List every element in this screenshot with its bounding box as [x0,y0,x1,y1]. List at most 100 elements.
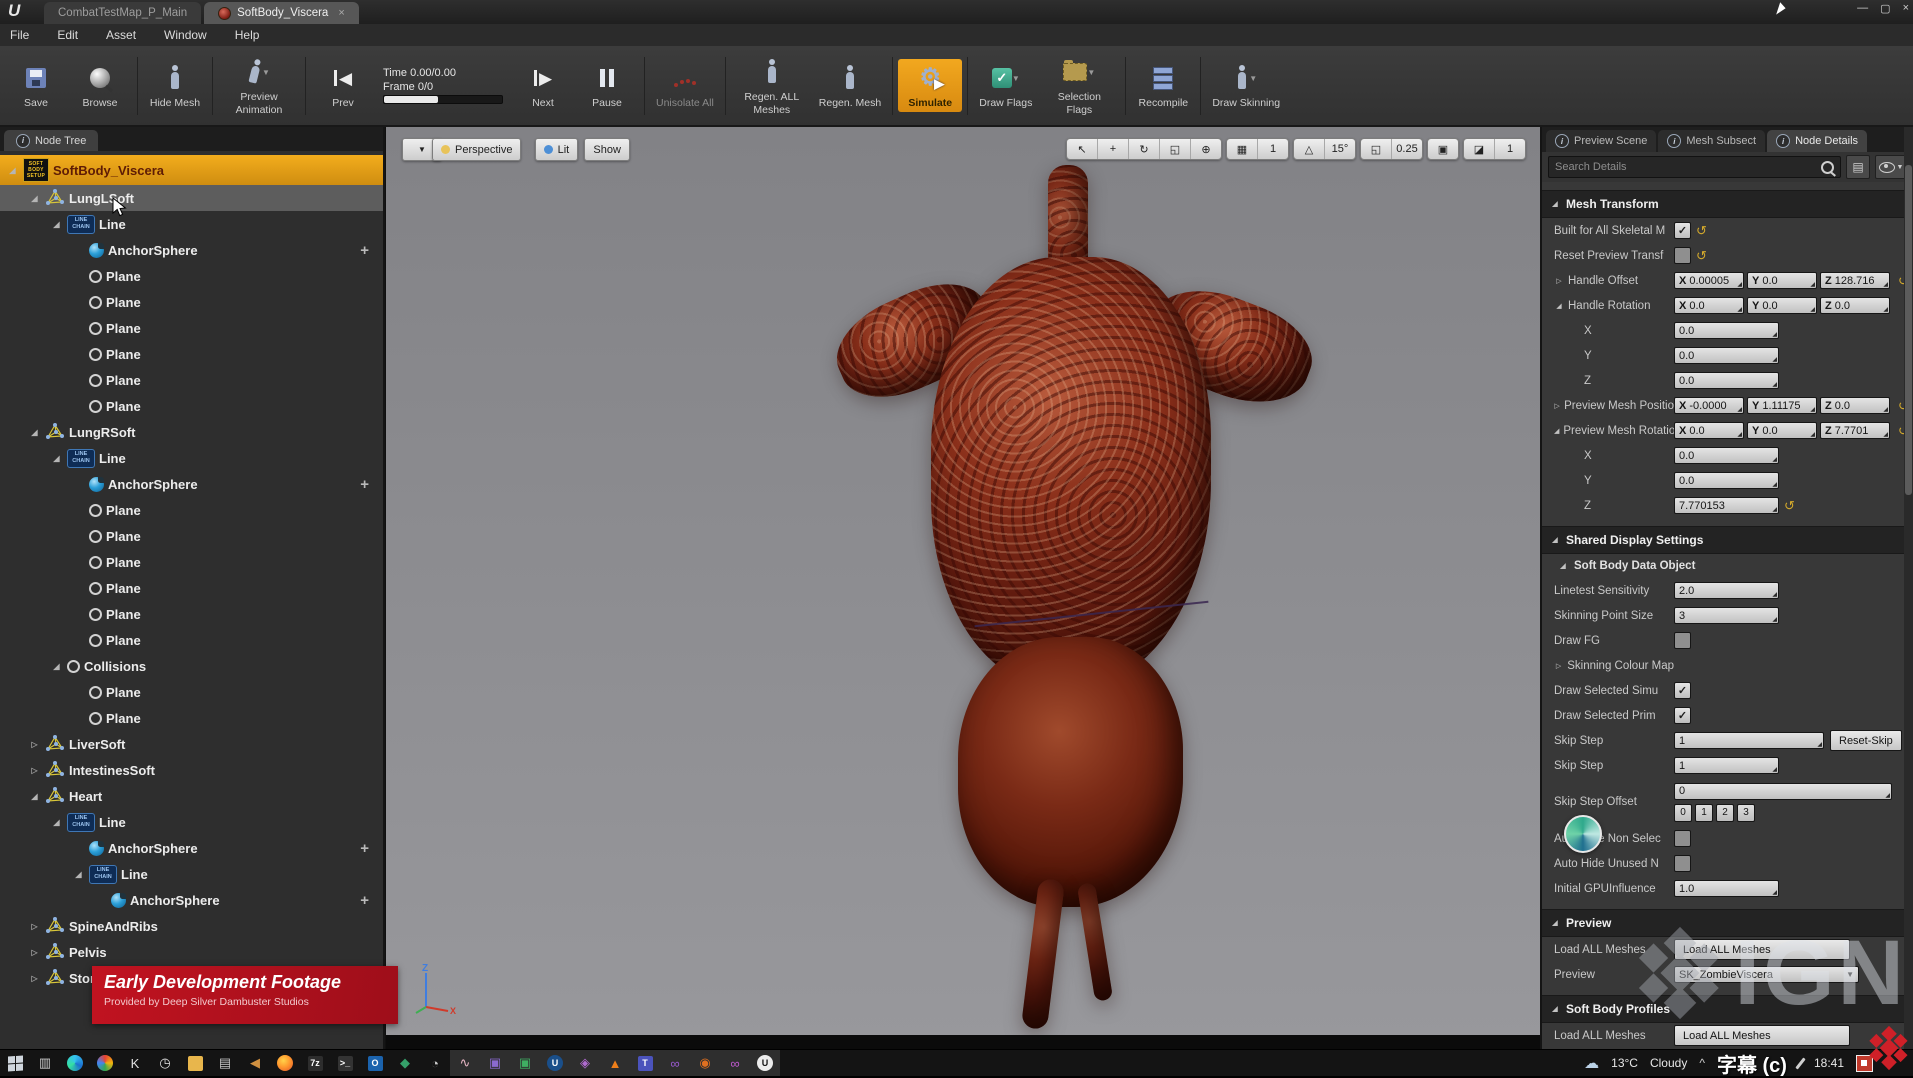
field-x[interactable]: X-0.0000◢ [1674,397,1744,414]
chevron-down-icon[interactable]: ▼ [1087,68,1095,77]
tree-item-line[interactable]: ◢LINECHAINLine [0,211,383,237]
section-header-preview[interactable]: ◢Preview [1542,909,1913,937]
app-diamond-icon[interactable]: ◈ [570,1050,600,1076]
value-field[interactable]: 1◢ [1674,757,1779,774]
weather-temp[interactable]: 13°C [1611,1056,1638,1070]
value-field[interactable]: 0.0◢ [1674,447,1779,464]
perspective-button[interactable]: Perspective [432,138,521,161]
app-green-icon[interactable]: ▣ [510,1050,540,1076]
hide-mesh-button[interactable]: Hide Mesh [143,59,207,111]
clock-app-icon[interactable]: ◷ [150,1050,180,1076]
selection-flags-button[interactable]: ▼Selection Flags [1038,53,1120,117]
pen-icon[interactable] [1795,1057,1805,1069]
expanded-arrow-icon[interactable]: ◢ [6,166,19,175]
tree-item-softbody-viscera[interactable]: ◢SOFTBODYSETUPSoftBody_Viscera [0,155,383,185]
viewport[interactable]: ▼ ↖+↻◱⊕▦1△15°◱0.25▣◪1 Z X PerspectiveLit… [385,127,1540,1049]
collapsed-arrow-icon[interactable]: ▷ [28,740,41,749]
maximize-button[interactable]: ▢ [1880,2,1890,15]
select-tool-icon[interactable]: ↖ [1067,139,1097,159]
button-reset-skip[interactable]: Reset-Skip [1830,730,1902,751]
field-y[interactable]: Y0.0◢ [1747,422,1817,439]
tree-item-plane[interactable]: Plane [0,679,383,705]
notes-app-icon[interactable]: ▤ [210,1050,240,1076]
checkbox-draw-selected-prim[interactable]: ✓ [1674,707,1691,724]
grid-snap-value[interactable]: 1 [1257,139,1288,159]
tree-item-plane[interactable]: Plane [0,289,383,315]
scale-tool-icon[interactable]: ◱ [1159,139,1190,159]
chevron-down-icon[interactable]: ▼ [1012,74,1020,83]
expanded-arrow-icon[interactable]: ◢ [50,818,63,827]
expanded-arrow-icon[interactable]: ◢ [50,454,63,463]
checkbox-reset-preview-transf[interactable] [1674,247,1691,264]
camera-speed-icon[interactable]: ◪ [1464,139,1494,159]
outlook-icon[interactable]: O [360,1050,390,1076]
subsection-soft-body-data-object[interactable]: ◢Soft Body Data Object [1542,554,1913,578]
app-orange-icon[interactable]: ◉ [690,1050,720,1076]
tree-item-lungrsoft[interactable]: ◢LungRSoft [0,419,383,445]
close-button[interactable]: × [1903,2,1909,15]
value-field[interactable]: 0.0◢ [1674,322,1779,339]
add-node-button[interactable]: + [360,476,369,493]
task-view-icon[interactable]: ▥ [30,1050,60,1076]
start-button[interactable] [0,1050,30,1076]
show-button[interactable]: Show [584,138,630,161]
tree-item-plane[interactable]: Plane [0,601,383,627]
coordinate-space-icon[interactable]: ⊕ [1190,139,1221,159]
tree-item-anchorsphere[interactable]: AnchorSphere+ [0,471,383,497]
value-field[interactable]: 2.0◢ [1674,582,1779,599]
next-button[interactable]: ▶Next [511,59,575,111]
tree-item-lunglsoft[interactable]: ◢LungLSoft [0,185,383,211]
tab-combattestmap-p-main[interactable]: CombatTestMap_P_Main [44,2,201,24]
rotation-snap-icon[interactable]: △ [1294,139,1324,159]
app-hex-icon[interactable]: ◆ [390,1050,420,1076]
clock-time[interactable]: 18:41 [1814,1056,1844,1070]
value-field[interactable]: 0◢ [1674,783,1892,800]
app-u-icon[interactable]: U [540,1050,570,1076]
value-field[interactable]: 0.0◢ [1674,347,1779,364]
section-header-mesh-transform[interactable]: ◢Mesh Transform [1542,190,1913,218]
pause-button[interactable]: Pause [575,59,639,111]
node-tree-tab[interactable]: i Node Tree [4,130,98,151]
value-field[interactable]: 7.770153◢ [1674,497,1779,514]
app-dial-icon[interactable]: ◔ [420,1050,450,1076]
offset-button-3[interactable]: 3 [1737,804,1755,822]
field-z[interactable]: Z0.0◢ [1820,397,1890,414]
browse-button[interactable]: Browse [68,59,132,111]
terminal-icon[interactable]: >_ [330,1050,360,1076]
expanded-arrow-icon[interactable]: ◢ [28,792,41,801]
field-y[interactable]: Y1.11175◢ [1747,397,1817,414]
collapsed-arrow-icon[interactable]: ▷ [28,922,41,931]
chevron-down-icon[interactable]: ▼ [1249,74,1257,83]
prev-button[interactable]: ◀Prev [311,59,375,111]
menu-edit[interactable]: Edit [57,28,78,42]
tree-item-heart[interactable]: ◢Heart [0,783,383,809]
checkbox-draw-fg[interactable] [1674,632,1691,649]
expanded-arrow-icon[interactable]: ◢ [50,662,63,671]
tree-item-plane[interactable]: Plane [0,263,383,289]
tree-item-collisions[interactable]: ◢Collisions [0,653,383,679]
add-node-button[interactable]: + [360,892,369,909]
field-y[interactable]: Y0.0◢ [1747,272,1817,289]
field-z[interactable]: Z0.0◢ [1820,297,1890,314]
field-x[interactable]: X0.0◢ [1674,297,1744,314]
tree-item-plane[interactable]: Plane [0,315,383,341]
details-scrollbar[interactable] [1904,127,1913,1049]
menu-asset[interactable]: Asset [106,28,136,42]
unreal-editor-icon[interactable]: U [750,1050,780,1076]
dropdown-preview[interactable]: SK_ZombieViscera▼ [1674,966,1859,983]
audio-app-icon[interactable]: ◀ [240,1050,270,1076]
expanded-arrow-icon[interactable]: ◢ [28,194,41,203]
regen-all-meshes-button[interactable]: Regen. ALL Meshes [731,53,813,117]
property-matrix-button[interactable]: ▤ [1846,155,1870,179]
tab-preview-scene[interactable]: iPreview Scene [1546,130,1656,152]
tree-item-plane[interactable]: Plane [0,627,383,653]
scale-snap-value[interactable]: 0.25 [1391,139,1422,159]
checkbox-draw-selected-simu[interactable]: ✓ [1674,682,1691,699]
simulate-button[interactable]: ⚙▶Simulate [898,59,962,111]
section-header-soft-body-profiles[interactable]: ◢Soft Body Profiles [1542,995,1913,1023]
field-z[interactable]: Z128.716◢ [1820,272,1890,289]
revert-icon[interactable]: ↺ [1696,223,1707,239]
offset-button-0[interactable]: 0 [1674,804,1692,822]
visual-studio-2-icon[interactable]: ∞ [720,1050,750,1076]
rotate-tool-icon[interactable]: ↻ [1128,139,1159,159]
